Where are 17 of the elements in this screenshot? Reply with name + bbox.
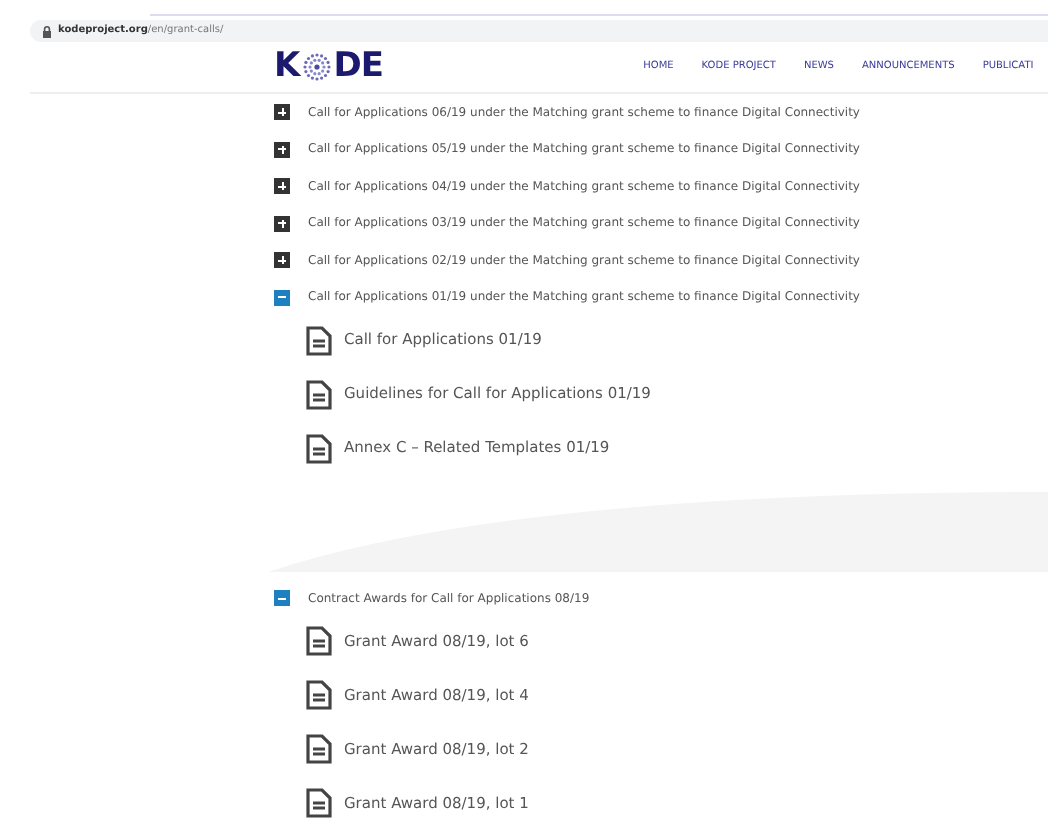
- expand-toggle[interactable]: [274, 104, 290, 121]
- expand-toggle[interactable]: [274, 252, 290, 269]
- collapse-toggle[interactable]: [274, 590, 290, 607]
- kode-logo[interactable]: K DE: [274, 50, 384, 84]
- expand-toggle[interactable]: [274, 141, 290, 158]
- document-icon: [306, 325, 332, 355]
- document-icon: [306, 734, 332, 764]
- lock-icon: [42, 25, 52, 37]
- document-icon: [306, 788, 332, 818]
- collapse-toggle[interactable]: [274, 289, 290, 306]
- document-icon: [306, 626, 332, 656]
- starburst-icon: [301, 52, 332, 82]
- document-icon: [306, 680, 332, 710]
- document-icon: [306, 379, 332, 409]
- expand-toggle[interactable]: [274, 215, 290, 232]
- document-icon: [306, 433, 332, 463]
- expand-toggle[interactable]: [274, 178, 290, 195]
